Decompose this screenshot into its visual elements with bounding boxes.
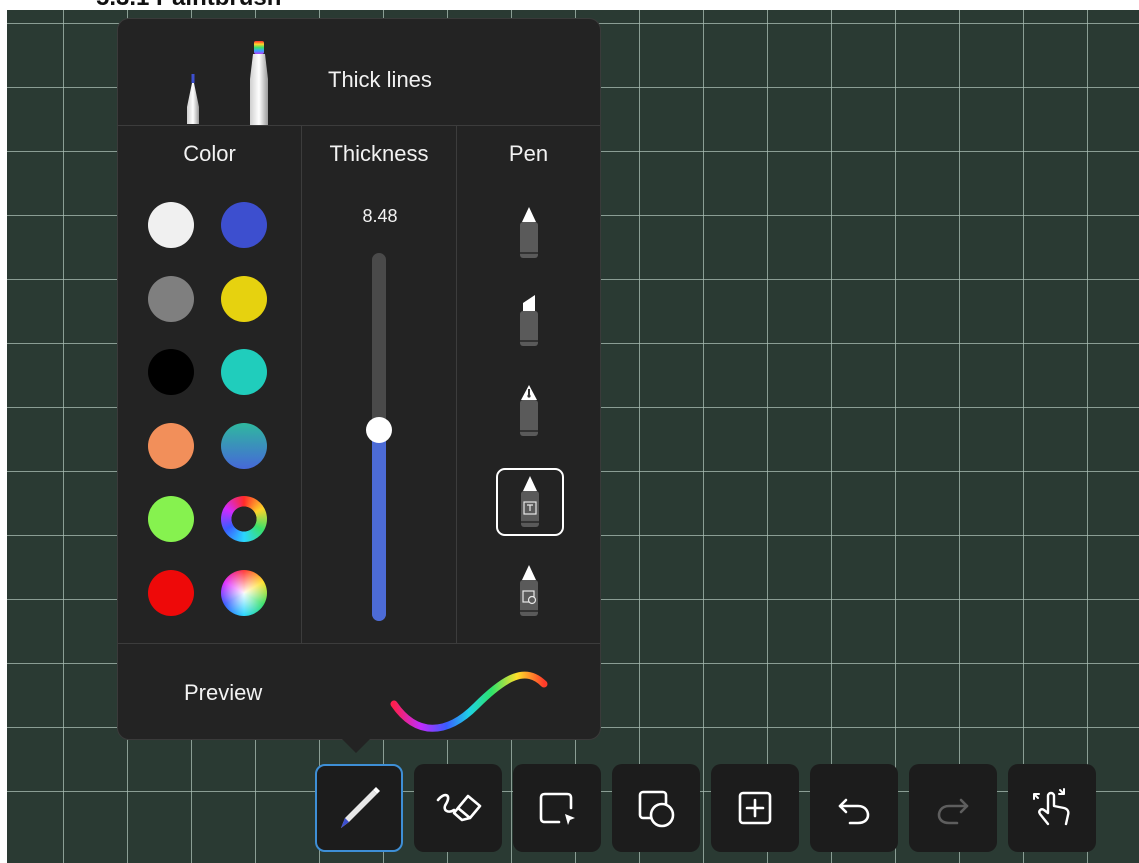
thickness-slider-thumb[interactable] <box>366 416 392 443</box>
fine-tip-pen-icon <box>520 207 538 258</box>
pen-title: Pen <box>508 141 549 166</box>
shape-icon <box>638 790 675 828</box>
touch-gesture-icon <box>1033 788 1070 826</box>
fountain-pen-option[interactable] <box>497 379 561 443</box>
page-heading: 5.3.1 Paintbrush <box>0 0 1139 10</box>
fine-tip-pen-option[interactable] <box>497 201 561 265</box>
color-swatch-color-wheel[interactable] <box>221 569 267 616</box>
thick-pen-icon <box>250 41 268 125</box>
stroke-preview <box>390 671 548 732</box>
shape-pen-option[interactable] <box>497 559 561 623</box>
redo-button[interactable] <box>909 764 997 852</box>
column-divider <box>301 125 302 643</box>
selection-icon <box>539 792 575 825</box>
panel-pointer <box>342 739 370 753</box>
color-swatch-orange[interactable] <box>148 422 194 469</box>
shape-pen-icon <box>520 565 538 616</box>
shape-tool-button[interactable] <box>612 764 700 852</box>
preview-label: Preview <box>184 680 263 705</box>
brush-type-title: Thick lines <box>328 67 432 92</box>
color-swatch-red[interactable] <box>148 569 194 616</box>
preview-row: Preview <box>118 643 600 740</box>
fountain-pen-icon <box>520 385 538 436</box>
panel-header: Thick lines <box>118 19 600 126</box>
eraser-icon <box>436 793 482 822</box>
eraser-tool-button[interactable] <box>414 764 502 852</box>
color-swatch-blue[interactable] <box>221 202 267 248</box>
add-icon <box>738 791 772 825</box>
selection-tool-button[interactable] <box>513 764 601 852</box>
color-swatch-gray[interactable] <box>148 275 194 322</box>
color-swatch-white[interactable] <box>148 202 194 248</box>
touch-gesture-button[interactable] <box>1008 764 1096 852</box>
color-swatch-rainbow-ring[interactable] <box>221 496 267 542</box>
chisel-marker-option[interactable] <box>497 289 561 353</box>
add-tool-button[interactable] <box>711 764 799 852</box>
text-pen-icon <box>521 476 539 527</box>
undo-icon <box>838 798 870 825</box>
color-swatch-teal-blue-gradient[interactable] <box>221 422 267 469</box>
thickness-slider-fill <box>372 429 386 621</box>
undo-button[interactable] <box>810 764 898 852</box>
text-pen-option[interactable] <box>496 468 564 536</box>
page-heading-text: 5.3.1 Paintbrush <box>96 0 281 10</box>
color-swatch-green[interactable] <box>148 496 194 542</box>
thickness-title: Thickness <box>329 141 429 166</box>
pen-tool-button[interactable] <box>315 764 403 852</box>
column-divider <box>456 125 457 643</box>
color-title: Color <box>183 141 236 166</box>
chisel-marker-icon <box>520 295 538 346</box>
color-swatch-yellow[interactable] <box>221 275 267 322</box>
brush-settings-panel: Thick lines Color Thickness 8.48 Pen Pre… <box>117 18 601 740</box>
redo-icon <box>937 798 969 825</box>
thin-pen-icon <box>187 74 199 124</box>
color-swatch-teal[interactable] <box>221 349 267 395</box>
thickness-value: 8.48 <box>362 206 398 226</box>
pen-icon <box>341 787 380 828</box>
color-swatch-black[interactable] <box>148 349 194 395</box>
